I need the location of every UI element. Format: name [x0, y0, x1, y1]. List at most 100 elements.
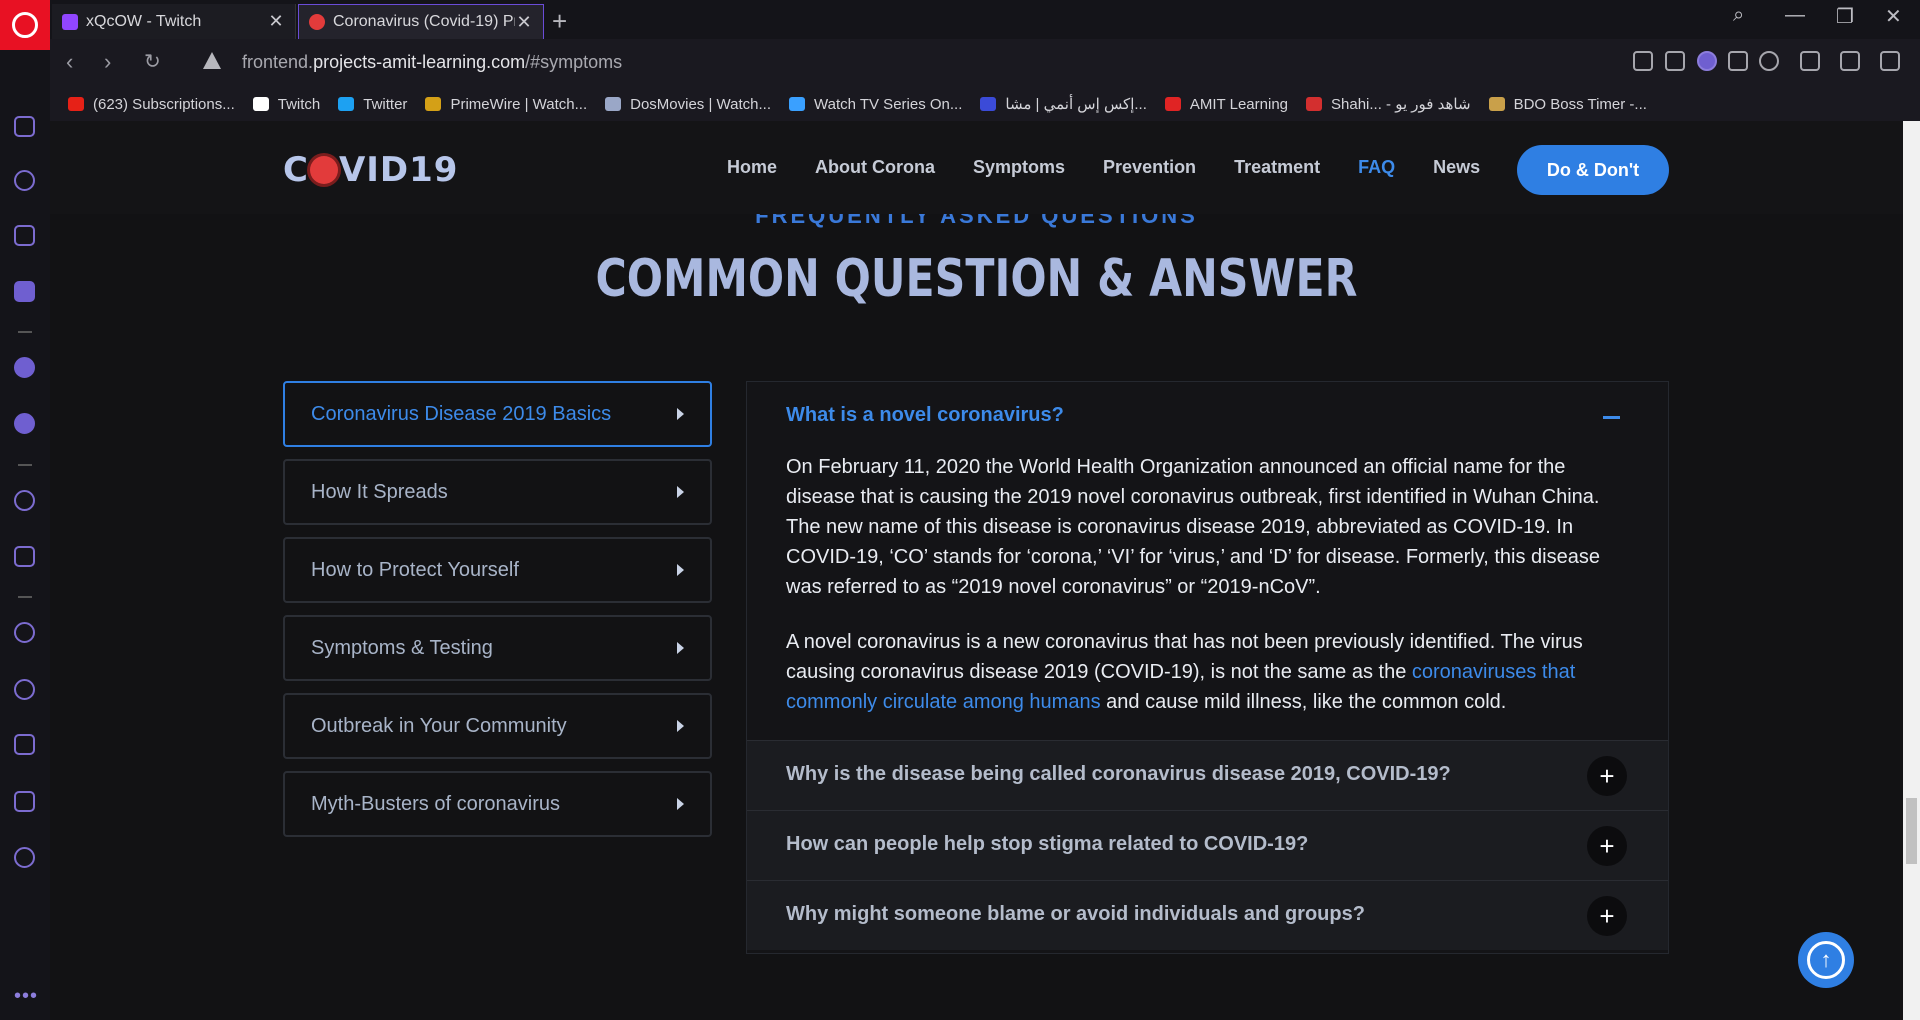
url-field[interactable]: frontend.projects-amit-learning.com/#sym… [242, 52, 622, 73]
expand-icon[interactable]: + [1587, 826, 1627, 866]
category-protect-yourself[interactable]: How to Protect Yourself [283, 537, 712, 603]
faq-question: How can people help stop stigma related … [786, 833, 1309, 855]
heart-icon[interactable] [14, 622, 35, 643]
share-icon[interactable] [1633, 51, 1653, 71]
collapse-icon[interactable] [1603, 416, 1620, 419]
tab-coronavirus[interactable]: Coronavirus (Covid-19) Pre ✕ [298, 4, 544, 39]
briefcase-icon[interactable] [14, 225, 35, 246]
address-bar: ‹ › ↻ frontend.projects-amit-learning.co… [50, 39, 1920, 87]
game-controller-icon[interactable] [14, 116, 35, 137]
opera-menu-icon[interactable] [0, 0, 50, 50]
faq-item[interactable]: Why might someone blame or avoid individ… [747, 880, 1668, 950]
bookmark-item[interactable]: Twitch [252, 96, 320, 113]
close-icon[interactable]: ✕ [267, 11, 285, 32]
bookmark-item[interactable]: إكس إس أنمي | مشا... [980, 95, 1147, 113]
bookmarks-bar: (623) Subscriptions... Twitch Twitter Prime… [50, 87, 1920, 121]
search-icon[interactable]: ⌕ [1733, 4, 1744, 27]
nav-prevention[interactable]: Prevention [1103, 157, 1196, 178]
close-window-button[interactable]: ✕ [1885, 4, 1902, 29]
caret-right-icon [677, 408, 684, 420]
nav-news[interactable]: News [1433, 157, 1480, 178]
bookmark-label: إكس إس أنمي | مشا... [1005, 96, 1147, 113]
nav-symptoms[interactable]: Symptoms [973, 157, 1065, 178]
forward-button[interactable]: › [104, 49, 111, 75]
faq-question-open[interactable]: What is a novel coronavirus? [786, 404, 1064, 427]
category-symptoms-testing[interactable]: Symptoms & Testing [283, 615, 712, 681]
bookmark-item[interactable]: Watch TV Series On... [789, 96, 962, 113]
faq-accordion: What is a novel coronavirus? On February… [746, 381, 1669, 954]
bookmark-item[interactable]: PrimeWire | Watch... [425, 96, 587, 113]
category-outbreak-community[interactable]: Outbreak in Your Community [283, 693, 712, 759]
category-myth-busters[interactable]: Myth-Busters of coronavirus [283, 771, 712, 837]
gear-icon[interactable] [14, 847, 35, 868]
url-prefix: frontend. [242, 52, 314, 72]
new-tab-button[interactable]: + [552, 6, 567, 37]
nav-faq[interactable]: FAQ [1358, 157, 1395, 178]
answer-paragraph: On February 11, 2020 the World Health Or… [786, 456, 1600, 598]
bookmark-icon [1164, 97, 1181, 111]
faq-item[interactable]: Why is the disease being called coronavi… [747, 740, 1668, 810]
player-icon[interactable] [14, 490, 35, 511]
download-icon[interactable] [1840, 51, 1860, 71]
heart-icon[interactable] [1759, 51, 1779, 71]
category-label: Myth-Busters of coronavirus [311, 792, 560, 815]
speed-dial-icon[interactable] [14, 170, 35, 191]
whatsapp-icon[interactable] [14, 413, 35, 434]
tab-label: xQcOW - Twitch [86, 12, 202, 30]
tab-twitch[interactable]: xQcOW - Twitch ✕ [52, 4, 296, 39]
bookmark-icon [1488, 97, 1505, 111]
site-logo[interactable]: C VID19 [283, 150, 458, 190]
bookmark-label: PrimeWire | Watch... [450, 95, 588, 113]
expand-icon[interactable]: + [1587, 896, 1627, 936]
bookmark-item[interactable]: DosMovies | Watch... [605, 96, 771, 113]
bookmark-icon [789, 97, 805, 111]
bookmark-icon [605, 97, 622, 111]
page-scrollbar[interactable] [1903, 121, 1920, 1020]
category-label: Outbreak in Your Community [311, 714, 567, 737]
close-icon[interactable]: ✕ [515, 12, 533, 33]
arrow-up-icon: ↑ [1807, 941, 1845, 979]
virus-icon [309, 14, 325, 30]
security-warning-icon[interactable] [203, 52, 221, 69]
category-how-it-spreads[interactable]: How It Spreads [283, 459, 712, 525]
answer-text: and cause mild illness, like the common … [1100, 691, 1507, 713]
nav-home[interactable]: Home [727, 157, 777, 178]
send-icon[interactable] [1728, 51, 1748, 71]
camera-icon[interactable] [1665, 51, 1685, 71]
bookmark-item[interactable]: (623) Subscriptions... [68, 96, 235, 113]
bookmark-item[interactable]: BDO Boss Timer -... [1488, 95, 1647, 113]
scrollbar-thumb[interactable] [1906, 798, 1917, 864]
box-icon[interactable] [14, 791, 35, 812]
send-icon[interactable] [14, 546, 35, 567]
nav-about-corona[interactable]: About Corona [815, 157, 935, 178]
faq-item[interactable]: How can people help stop stigma related … [747, 810, 1668, 880]
download-icon[interactable] [14, 734, 35, 755]
messenger-icon[interactable] [14, 357, 35, 378]
vpn-icon[interactable] [1697, 51, 1717, 71]
page-title: COMMON QUESTION & ANSWER [595, 249, 1358, 309]
category-basics[interactable]: Coronavirus Disease 2019 Basics [283, 381, 712, 447]
bookmark-item[interactable]: Shahi... - شاهد فور يو [1306, 95, 1471, 113]
reload-button[interactable]: ↻ [144, 49, 161, 74]
extensions-icon[interactable] [1880, 51, 1900, 71]
bookmark-label: Twitter [363, 95, 408, 113]
expand-icon[interactable]: + [1587, 756, 1627, 796]
bookmark-item[interactable]: AMIT Learning [1164, 96, 1288, 113]
restore-button[interactable]: ❐ [1836, 4, 1854, 29]
bookmark-label: BDO Boss Timer -... [1513, 95, 1647, 113]
box-icon[interactable] [1800, 51, 1820, 71]
history-icon[interactable] [14, 679, 35, 700]
twitch-icon[interactable] [14, 281, 35, 302]
url-path: /#symptoms [525, 52, 623, 72]
nav-treatment[interactable]: Treatment [1234, 157, 1320, 178]
url-domain: projects-amit-learning.com [313, 52, 526, 72]
minimize-button[interactable]: — [1785, 4, 1805, 27]
bookmark-icon [338, 97, 355, 111]
more-icon[interactable]: ••• [14, 985, 38, 1008]
logo-suffix: VID19 [338, 150, 459, 190]
do-and-dont-button[interactable]: Do & Don't [1517, 145, 1669, 195]
back-to-top-button[interactable]: ↑ [1798, 932, 1854, 988]
bookmark-item[interactable]: Twitter [338, 96, 407, 113]
back-button[interactable]: ‹ [66, 49, 73, 75]
bookmark-label: Watch TV Series On... [814, 95, 963, 113]
